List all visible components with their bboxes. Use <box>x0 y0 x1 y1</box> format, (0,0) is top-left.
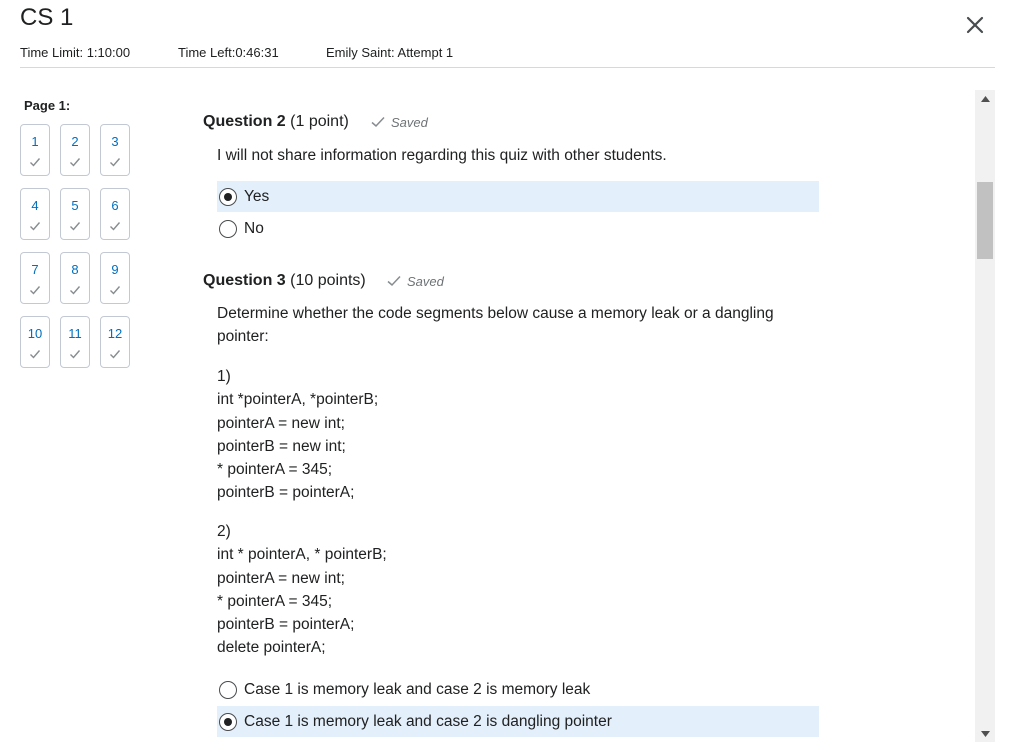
question-nav-number: 3 <box>111 134 119 149</box>
checkmark-icon <box>371 116 385 128</box>
radio-button[interactable] <box>219 187 237 206</box>
code-segment-1: 1) int *pointerA, *pointerB; pointerA = … <box>217 365 378 505</box>
radio-button[interactable] <box>219 219 237 238</box>
code-line: int * pointerA, * pointerB; <box>217 546 387 564</box>
question-nav-item[interactable]: 2 <box>60 124 90 176</box>
header-divider <box>20 67 995 68</box>
question-nav-item[interactable]: 11 <box>60 316 90 368</box>
option-label: No <box>244 219 264 237</box>
question-nav-number: 5 <box>71 198 79 213</box>
saved-label: Saved <box>391 115 428 130</box>
question-nav-number: 6 <box>111 198 119 213</box>
code-line: * pointerA = 345; <box>217 461 333 479</box>
question-nav-item[interactable]: 9 <box>100 252 130 304</box>
checkmark-icon <box>101 219 129 231</box>
code-line: delete pointerA; <box>217 639 326 657</box>
question-nav-number: 1 <box>31 134 39 149</box>
question-nav-item[interactable]: 8 <box>60 252 90 304</box>
saved-label: Saved <box>407 274 444 289</box>
answer-option-2[interactable]: Case 1 is memory leak and case 2 is dang… <box>217 706 819 737</box>
question-nav-item[interactable]: 10 <box>20 316 50 368</box>
question-points: (10 points) <box>290 272 366 289</box>
code-segment-2: 2) int * pointerA, * pointerB; pointerA … <box>217 520 387 660</box>
question-nav-number: 9 <box>111 262 119 277</box>
question-nav-item[interactable]: 1 <box>20 124 50 176</box>
question-nav-number: 4 <box>31 198 39 213</box>
quiz-content: Question 2 (1 point) Saved I will not sh… <box>180 90 970 742</box>
question-nav-number: 10 <box>27 326 43 341</box>
question-nav-item[interactable]: 3 <box>100 124 130 176</box>
page-label: Page 1: <box>24 98 71 113</box>
code-line: int *pointerA, *pointerB; <box>217 391 379 409</box>
checkmark-icon <box>61 155 89 167</box>
question-nav-number: 7 <box>31 262 39 277</box>
checkmark-icon <box>21 155 49 167</box>
question-3-header: Question 3 (10 points) <box>203 272 366 290</box>
question-2-header: Question 2 (1 point) <box>203 113 349 131</box>
arrow-up-icon <box>980 95 990 102</box>
radio-dot-icon <box>224 192 232 201</box>
question-text-line: Determine whether the code segments belo… <box>217 305 774 322</box>
checkmark-icon <box>21 219 49 231</box>
attempt-label: Emily Saint: Attempt 1 <box>326 45 454 60</box>
code-line: pointerB = pointerA; <box>217 484 355 502</box>
checkmark-icon <box>61 283 89 295</box>
scroll-thumb[interactable] <box>977 182 993 259</box>
time-left: Time Left:0:46:31 <box>178 45 279 60</box>
radio-button[interactable] <box>219 712 237 731</box>
question-nav-number: 11 <box>68 326 82 341</box>
question-nav-item[interactable]: 5 <box>60 188 90 240</box>
question-nav-number: 2 <box>71 134 79 149</box>
checkmark-icon <box>101 347 129 359</box>
code-line: pointerA = new int; <box>217 414 345 432</box>
checkmark-icon <box>61 347 89 359</box>
question-3-text: Determine whether the code segments belo… <box>217 302 774 349</box>
code-line: * pointerA = 345; <box>217 592 333 610</box>
saved-status: Saved <box>371 115 428 130</box>
arrow-down-icon <box>980 730 990 737</box>
question-nav-number: 12 <box>107 326 123 341</box>
question-nav-number: 8 <box>71 262 79 277</box>
scroll-down-button[interactable] <box>975 725 995 742</box>
answer-option-yes[interactable]: Yes <box>217 181 819 212</box>
checkmark-icon <box>387 275 401 287</box>
question-2-text: I will not share information regarding t… <box>217 147 667 164</box>
question-nav-item[interactable]: 12 <box>100 316 130 368</box>
option-label: Case 1 is memory leak and case 2 is dang… <box>244 712 612 730</box>
quiz-title: CS 1 <box>20 4 74 31</box>
close-icon <box>966 16 984 34</box>
saved-status: Saved <box>387 274 444 289</box>
question-title: Question 2 <box>203 113 286 130</box>
time-limit: Time Limit: 1:10:00 <box>20 45 131 60</box>
question-nav-item[interactable]: 4 <box>20 188 50 240</box>
checkmark-icon <box>21 347 49 359</box>
code-line: pointerA = new int; <box>217 569 345 587</box>
vertical-scrollbar[interactable] <box>975 90 995 742</box>
checkmark-icon <box>101 283 129 295</box>
code-line: 2) <box>217 523 231 540</box>
code-line: pointerB = new int; <box>217 437 346 455</box>
radio-button[interactable] <box>219 680 237 699</box>
question-nav-item[interactable]: 7 <box>20 252 50 304</box>
option-label: Case 1 is memory leak and case 2 is memo… <box>244 680 591 698</box>
checkmark-icon <box>21 283 49 295</box>
answer-option-1[interactable]: Case 1 is memory leak and case 2 is memo… <box>217 674 819 705</box>
question-title: Question 3 <box>203 272 286 289</box>
option-label: Yes <box>244 187 270 205</box>
checkmark-icon <box>61 219 89 231</box>
close-button[interactable] <box>962 12 988 38</box>
question-points: (1 point) <box>290 113 349 130</box>
code-line: 1) <box>217 368 231 385</box>
radio-dot-icon <box>224 717 232 726</box>
code-line: pointerB = pointerA; <box>217 616 355 634</box>
question-text-line: pointer: <box>217 328 269 346</box>
checkmark-icon <box>101 155 129 167</box>
answer-option-no[interactable]: No <box>217 213 819 244</box>
scroll-up-button[interactable] <box>975 90 995 107</box>
question-nav-item[interactable]: 6 <box>100 188 130 240</box>
